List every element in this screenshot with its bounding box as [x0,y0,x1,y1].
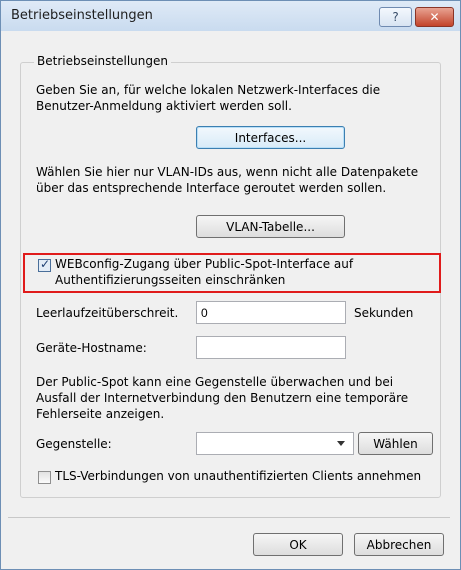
group-legend: Betriebseinstellungen [34,54,171,68]
hostname-label: Geräte-Hostname: [36,341,147,355]
cancel-button[interactable]: Abbrechen [354,533,444,556]
window-title: Betriebseinstellungen [11,8,153,23]
webconfig-label-line1: WEBconfig-Zugang über Public-Spot-Interf… [55,257,354,271]
vlan-table-button-label: VLAN-Tabelle... [226,219,315,234]
ok-button[interactable]: OK [253,533,343,556]
idle-timeout-input[interactable] [196,301,346,324]
chevron-down-icon [337,441,345,446]
close-button[interactable]: ✕ [415,7,454,27]
remote-station-label: Gegenstelle: [36,437,112,451]
tls-checkbox[interactable] [38,471,51,484]
checkmark-icon: ✓ [40,257,51,271]
webconfig-label-line2: Authentifizierungsseiten einschränken [55,273,286,287]
cancel-button-label: Abbrechen [366,537,432,552]
help-icon: ? [392,10,399,24]
interfaces-button-label: Interfaces... [234,130,307,145]
remote-station-dropdown[interactable] [196,432,354,455]
choose-button[interactable]: Wählen [358,432,433,455]
choose-button-label: Wählen [373,436,418,451]
ok-button-label: OK [289,537,307,552]
idle-timeout-unit: Sekunden [354,306,414,320]
vlan-text-line2: über das entsprechende Interface geroute… [36,181,387,195]
webconfig-checkbox[interactable]: ✓ [38,257,51,272]
monitor-text-line1: Der Public-Spot kann eine Gegenstelle üb… [36,375,394,389]
intro-text-line1: Geben Sie an, für welche lokalen Netzwer… [36,83,381,97]
help-button[interactable]: ? [379,7,412,27]
monitor-text-line3: Fehlerseite anzeigen. [36,407,165,421]
title-bar: Betriebseinstellungen ? ✕ [1,1,460,31]
intro-text-line2: Benutzer-Anmeldung aktiviert werden soll… [36,99,292,113]
interfaces-button[interactable]: Interfaces... [196,126,345,149]
close-icon: ✕ [429,10,440,24]
idle-timeout-label: Leerlaufzeitüberschreit. [36,306,179,320]
vlan-table-button[interactable]: VLAN-Tabelle... [196,215,345,238]
tls-checkbox-label: TLS-Verbindungen von unauthentifizierten… [55,469,422,483]
footer-separator [8,517,450,518]
monitor-text-line2: Ausfall der Internetverbindung den Benut… [36,391,409,405]
hostname-input[interactable] [196,336,346,359]
vlan-text-line1: Wählen Sie hier nur VLAN-IDs aus, wenn n… [36,165,419,179]
